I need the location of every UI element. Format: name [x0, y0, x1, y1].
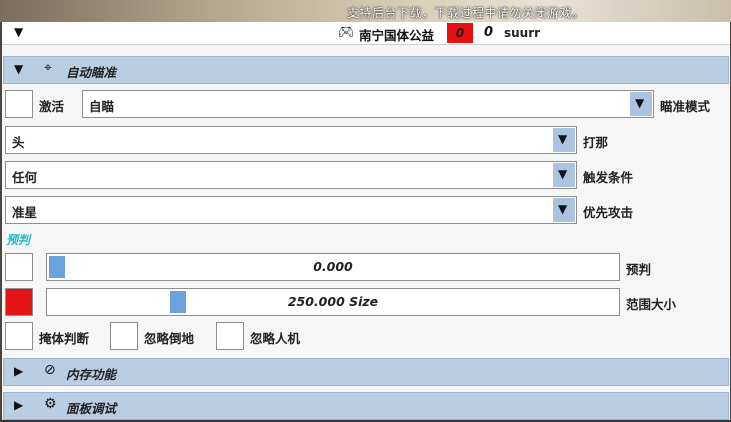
ignore-bots-checkbox[interactable] [216, 322, 244, 350]
hit-part-label: 打那 [583, 135, 609, 150]
aim-mode-dropdown[interactable]: 自瞄 ▼ [82, 90, 654, 118]
app-title: 南宁国体公益 [359, 28, 435, 43]
section-label: 自动瞄准 [66, 65, 117, 80]
gear-icon: ⚙ [44, 396, 57, 412]
chevron-down-icon[interactable]: ▼ [553, 128, 575, 152]
prediction-checkbox[interactable] [5, 253, 33, 281]
chevron-down-icon[interactable]: ▼ [553, 163, 575, 187]
cover-check-label: 掩体判断 [39, 331, 90, 346]
download-banner: 支持后台下载，下载过程中请勿关闭游戏。 [347, 6, 585, 20]
trigger-label: 触发条件 [583, 170, 634, 185]
prediction-value: 0.000 [313, 259, 353, 274]
user-name: suurr [504, 26, 541, 40]
hit-part-value: 头 [12, 135, 25, 150]
triangle-right-icon: ▶ [14, 398, 24, 412]
activate-checkbox[interactable] [5, 90, 33, 118]
crosshair-icon: ⌖ [44, 60, 52, 76]
section-memory[interactable]: ▶ ⊘ 内存功能 [3, 358, 729, 386]
cover-check-checkbox[interactable] [5, 322, 33, 350]
priority-value: 准星 [12, 205, 38, 220]
aim-mode-value: 自瞄 [89, 99, 115, 114]
counter-value: 0 [484, 25, 494, 40]
ignore-downed-checkbox[interactable] [110, 322, 138, 350]
ban-circle-icon: ⊘ [44, 362, 56, 378]
range-color-swatch[interactable] [5, 288, 33, 316]
activate-label: 激活 [39, 99, 65, 114]
section-label: 内存功能 [66, 367, 117, 382]
collapse-icon[interactable]: ▼ [14, 25, 23, 39]
section-auto-aim[interactable]: ▼ ⌖ 自动瞄准 [3, 56, 729, 84]
ignore-bots-label: 忽略人机 [250, 331, 301, 346]
section-label: 面板调试 [66, 401, 117, 416]
chevron-down-icon[interactable]: ▼ [553, 198, 575, 222]
hit-part-dropdown[interactable]: 头 ▼ [5, 126, 577, 154]
section-panel-debug[interactable]: ▶ ⚙ 面板调试 [3, 392, 729, 420]
ignore-downed-label: 忽略倒地 [144, 331, 195, 346]
prediction-slider[interactable]: 0.000 [46, 253, 620, 281]
cheat-panel: ▼ 🎮︎ 南宁国体公益 0 0 suurr ▼ ⌖ 自动瞄准 激活 自瞄 ▼ 瞄… [2, 22, 730, 422]
triangle-right-icon: ▶ [14, 364, 24, 378]
red-value-box[interactable]: 0 [447, 23, 473, 43]
trigger-value: 任何 [12, 170, 38, 185]
prediction-label: 预判 [626, 262, 652, 277]
priority-dropdown[interactable]: 准星 ▼ [5, 196, 577, 224]
title-bar[interactable]: ▼ 🎮︎ 南宁国体公益 0 0 suurr [2, 22, 730, 45]
range-value: 250.000 Size [287, 294, 379, 309]
range-label: 范围大小 [626, 297, 677, 312]
priority-label: 优先攻击 [583, 205, 634, 220]
prediction-header: 预判 [6, 233, 31, 247]
chevron-down-icon[interactable]: ▼ [630, 92, 652, 116]
triangle-down-icon: ▼ [14, 62, 24, 76]
aim-mode-label: 瞄准模式 [660, 99, 711, 114]
trigger-dropdown[interactable]: 任何 ▼ [5, 161, 577, 189]
gamepad-icon: 🎮︎ [338, 25, 355, 40]
range-slider[interactable]: 250.000 Size [46, 288, 620, 316]
